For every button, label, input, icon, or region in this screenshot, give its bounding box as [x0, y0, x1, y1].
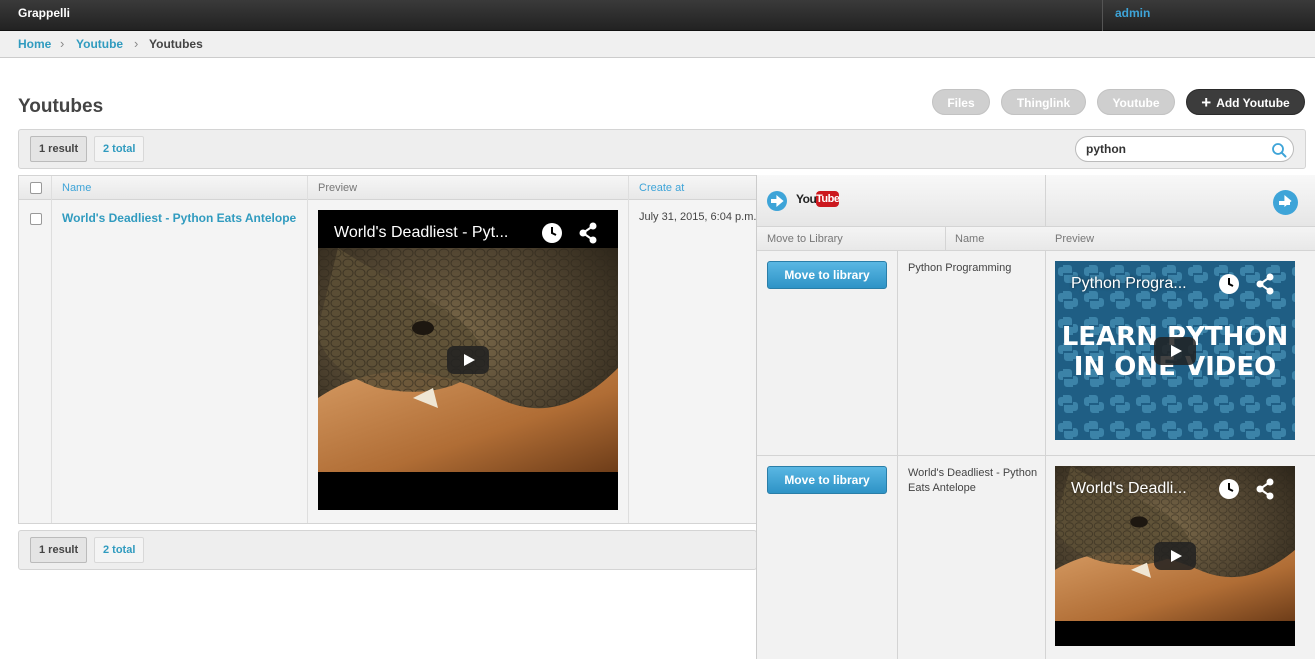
breadcrumb-home[interactable]: Home: [18, 37, 51, 51]
arrow-right-icon[interactable]: [767, 191, 787, 211]
youtube-panel-header: You Tube: [757, 175, 1315, 227]
row-created-date: July 31, 2015, 6:04 p.m.: [639, 211, 757, 223]
preview-column-header: Preview: [1055, 233, 1095, 245]
plus-icon: +: [1201, 93, 1212, 112]
top-header: Grappelli admin: [0, 0, 1315, 31]
changelist-footer: 1 result 2 total: [18, 530, 757, 570]
add-youtube-label: Add Youtube: [1216, 96, 1290, 110]
video-preview[interactable]: LEARN PYTHON IN ONE VIDEO Python Progra.…: [1055, 261, 1295, 440]
sort-by-created-link[interactable]: Create at: [639, 182, 684, 194]
youtube-logo-tube: Tube: [816, 191, 840, 207]
column-divider: [51, 176, 52, 523]
total-count-link[interactable]: 2 total: [94, 136, 145, 162]
row-checkbox[interactable]: [30, 213, 42, 225]
move-to-library-button[interactable]: Move to library: [767, 261, 887, 289]
column-divider: [628, 176, 629, 523]
result-count: 1 result: [30, 136, 88, 162]
share-icon[interactable]: [1255, 478, 1275, 500]
watch-later-icon[interactable]: [1218, 478, 1240, 500]
search-icon[interactable]: [1271, 142, 1287, 158]
column-divider: [307, 176, 308, 523]
video-preview[interactable]: World's Deadli...: [1055, 466, 1295, 646]
youtube-search-panel: You Tube Move to Library Name Preview Mo…: [756, 175, 1315, 659]
add-youtube-button[interactable]: + Add Youtube: [1186, 89, 1305, 115]
next-arrow-icon[interactable]: [1273, 190, 1298, 215]
breadcrumb-youtube[interactable]: Youtube: [76, 37, 123, 51]
result-name: Python Programming: [908, 262, 1012, 274]
breadcrumb: Home › Youtube › Youtubes: [0, 31, 1315, 58]
move-column-header: Move to Library: [767, 233, 843, 245]
thinglink-button[interactable]: Thinglink: [1001, 89, 1086, 115]
name-column-header: Name: [955, 233, 985, 245]
share-icon[interactable]: [1255, 273, 1275, 295]
move-to-library-button[interactable]: Move to library: [767, 466, 887, 494]
watch-later-icon[interactable]: [541, 222, 563, 244]
youtube-panel-columns: Move to Library Name Preview: [757, 227, 1315, 251]
share-icon[interactable]: [578, 222, 598, 244]
total-count-link[interactable]: 2 total: [94, 537, 145, 563]
play-button-icon[interactable]: [1154, 542, 1196, 570]
page-title: Youtubes: [18, 96, 104, 117]
result-name: World's Deadliest - Python Eats Antelope: [908, 467, 1038, 494]
breadcrumb-current: Youtubes: [149, 37, 203, 51]
column-divider: [1045, 175, 1046, 227]
column-header-name: Name: [52, 176, 308, 200]
row-separator: [757, 455, 1315, 456]
files-button[interactable]: Files: [932, 89, 990, 115]
result-count: 1 result: [30, 537, 88, 563]
preview-header-label: Preview: [318, 182, 358, 194]
watch-later-icon[interactable]: [1218, 273, 1240, 295]
results-table: Name Preview Create at World's Deadliest…: [18, 175, 757, 524]
play-button-icon[interactable]: [447, 346, 489, 374]
user-tools: admin: [1102, 0, 1315, 31]
user-menu-link[interactable]: admin: [1115, 6, 1150, 20]
video-title: World's Deadliest - Pyt...: [334, 224, 509, 241]
chevron-right-icon: ›: [134, 36, 139, 51]
youtube-logo-you: You: [796, 192, 817, 206]
video-title: World's Deadli...: [1071, 480, 1187, 497]
brand-logo[interactable]: Grappelli: [18, 6, 70, 20]
row-name-link[interactable]: World's Deadliest - Python Eats Antelope: [62, 211, 296, 225]
search-input[interactable]: [1086, 141, 1256, 157]
sort-by-name-link[interactable]: Name: [62, 182, 91, 194]
chevron-right-icon: ›: [60, 36, 65, 51]
play-button-icon[interactable]: [1154, 337, 1196, 365]
video-preview[interactable]: World's Deadliest - Pyt...: [318, 210, 618, 510]
column-header-created: Create at: [629, 176, 757, 200]
column-header-preview: Preview: [308, 176, 629, 200]
youtube-button[interactable]: Youtube: [1097, 89, 1175, 115]
column-divider: [945, 227, 946, 251]
video-title: Python Progra...: [1071, 275, 1187, 292]
select-all-checkbox[interactable]: [30, 182, 42, 194]
search-field: [1075, 136, 1294, 162]
youtube-logo: You Tube: [796, 191, 840, 209]
